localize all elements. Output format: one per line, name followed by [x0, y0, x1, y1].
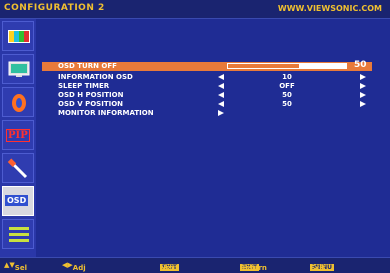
- left-arrow-icon[interactable]: [218, 92, 224, 98]
- right-arrow-icon[interactable]: [360, 83, 366, 89]
- pip-label: PIP: [6, 129, 30, 142]
- setting-label: SLEEP TIMER: [58, 82, 110, 90]
- setting-value: 50: [282, 100, 292, 108]
- slider-fill: [228, 64, 299, 68]
- setting-label: OSD H POSITION: [58, 91, 124, 99]
- setting-sleep-timer[interactable]: SLEEP TIMER OFF: [42, 82, 372, 91]
- setting-monitor-information[interactable]: MONITOR INFORMATION: [42, 109, 372, 118]
- setting-label: MONITOR INFORMATION: [58, 109, 154, 117]
- tab-pip[interactable]: PIP: [2, 120, 34, 150]
- menu-sidebar: PIP OSD: [0, 19, 36, 257]
- setting-osd-turn-off[interactable]: OSD TURN OFF 50: [42, 60, 372, 71]
- select-hint-label: Sel: [14, 264, 27, 272]
- setting-information-osd[interactable]: INFORMATION OSD 10: [42, 73, 372, 82]
- right-arrow-icon[interactable]: [218, 110, 224, 116]
- tab-audio[interactable]: [2, 87, 34, 117]
- adjust-hint-label: Adj: [72, 264, 86, 272]
- setting-label: OSD TURN OFF: [58, 62, 117, 70]
- color-bars-icon: [8, 30, 30, 43]
- setting-value: OFF: [279, 82, 295, 90]
- setting-label: OSD V POSITION: [58, 100, 124, 108]
- setting-label: INFORMATION OSD: [58, 73, 133, 81]
- return-hint-label: Return: [240, 264, 267, 272]
- menu-lines-icon: [9, 227, 29, 242]
- osd-turn-off-slider[interactable]: [227, 63, 347, 69]
- right-arrow-icon[interactable]: [360, 92, 366, 98]
- speaker-icon: [12, 94, 26, 112]
- next-hint-label: Next: [160, 264, 179, 272]
- tab-advanced[interactable]: [2, 219, 34, 249]
- title-bar: CONFIGURATION 2 WWW.VIEWSONIC.COM: [0, 0, 390, 19]
- left-arrow-icon[interactable]: [218, 74, 224, 80]
- adjust-hint: ◀▶ Adj: [62, 261, 86, 272]
- monitor-icon: [8, 61, 30, 77]
- left-arrow-icon[interactable]: [218, 101, 224, 107]
- settings-panel: OSD TURN OFF 50 INFORMATION OSD 10 SLEEP…: [38, 19, 390, 257]
- key-help-bar: ▲▼ Sel ◀▶ Adj EXIT Next EXIT Return MENU Ex…: [0, 257, 390, 273]
- tab-setup[interactable]: [2, 153, 34, 183]
- menu-title: CONFIGURATION 2: [4, 3, 105, 13]
- right-arrow-icon[interactable]: [360, 101, 366, 107]
- exit-hint-label: Exit Menu: [310, 264, 332, 273]
- right-arrow-icon[interactable]: [360, 74, 366, 80]
- setting-value: 50: [354, 60, 367, 70]
- tab-screen[interactable]: [2, 54, 34, 84]
- brand-url: WWW.VIEWSONIC.COM: [277, 4, 382, 13]
- setting-osd-v-position[interactable]: OSD V POSITION 50: [42, 100, 372, 109]
- setting-value: 10: [282, 73, 292, 81]
- left-arrow-icon[interactable]: [218, 83, 224, 89]
- osd-window: CONFIGURATION 2 WWW.VIEWSONIC.COM PIP OS…: [0, 0, 390, 273]
- osd-label: OSD: [5, 195, 29, 206]
- setting-osd-h-position[interactable]: OSD H POSITION 50: [42, 91, 372, 100]
- tab-osd[interactable]: OSD: [2, 186, 34, 216]
- setting-value: 50: [282, 91, 292, 99]
- tool-icon: [7, 158, 28, 179]
- tab-picture[interactable]: [2, 21, 34, 51]
- select-hint: ▲▼ Sel: [4, 261, 27, 272]
